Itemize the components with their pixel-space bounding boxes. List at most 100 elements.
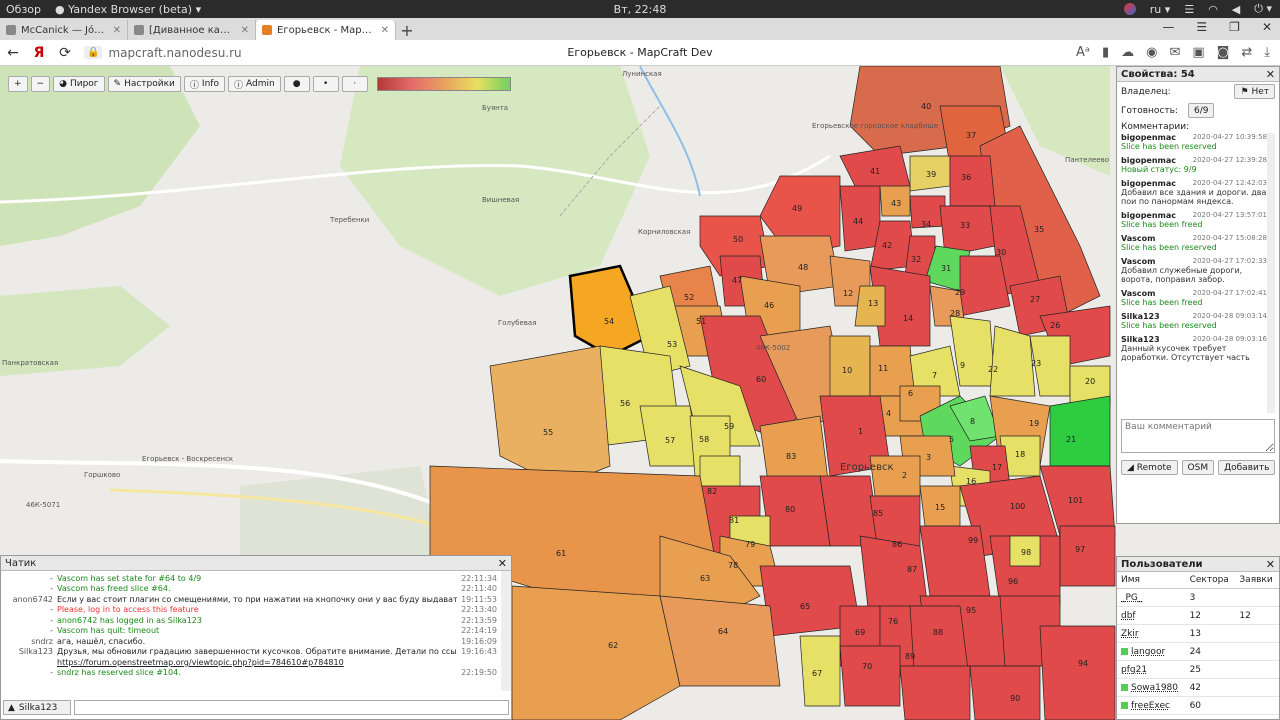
chat-nick[interactable]: - — [5, 668, 57, 677]
chat-nick[interactable]: - — [5, 574, 57, 583]
close-window-icon[interactable]: ✕ — [1262, 20, 1272, 34]
user-name[interactable]: Sowa1980 — [1131, 683, 1178, 693]
brush-small-button[interactable]: · — [341, 76, 368, 92]
extension-icon[interactable]: ☁ — [1121, 45, 1134, 60]
chat-nick[interactable]: Silka123 — [5, 647, 57, 656]
screenshot-icon[interactable]: ▣ — [1192, 45, 1204, 60]
back-icon[interactable]: ← — [0, 45, 26, 61]
settings-button[interactable]: ✎ Настройки — [107, 76, 181, 92]
camera-icon[interactable]: ◙ — [1217, 45, 1230, 60]
osm-button[interactable]: OSM — [1181, 460, 1215, 475]
close-icon[interactable]: ✕ — [241, 25, 249, 36]
user-row[interactable]: langoor 24 — [1117, 642, 1279, 661]
zoom-in-button[interactable]: + — [8, 76, 28, 92]
pie-button[interactable]: ◕ Пирог — [53, 76, 105, 92]
menu-lines-icon[interactable]: ☰ — [1196, 20, 1207, 34]
col-name[interactable]: Имя — [1117, 572, 1186, 589]
user-name[interactable]: langoor — [1131, 647, 1165, 657]
close-icon[interactable]: ✕ — [113, 25, 121, 36]
reload-icon[interactable]: ⟳ — [52, 45, 78, 61]
download-icon[interactable]: ⤓ — [1264, 45, 1270, 60]
slice-90[interactable] — [969, 665, 1041, 720]
user-row[interactable]: freeExec 60 — [1117, 696, 1279, 715]
close-icon[interactable]: ✕ — [1266, 68, 1275, 81]
slice-97[interactable] — [1059, 525, 1116, 587]
chat-nick[interactable]: - — [5, 605, 57, 614]
brush-large-button[interactable]: ● — [283, 76, 310, 92]
user-name[interactable]: freeExec — [1131, 701, 1170, 711]
map-label-gorshkovo: Горшково — [84, 471, 120, 479]
slice-21[interactable] — [1049, 395, 1111, 467]
owner-button[interactable]: ⚑ Нет — [1234, 84, 1275, 99]
browser-icon[interactable] — [1123, 3, 1136, 15]
slice-89[interactable] — [899, 665, 971, 720]
users-table: Имя Сектора Заявки _PG_ 3 dbf 12 12 Zkir 13 lan… — [1117, 572, 1279, 715]
menu-icon[interactable]: ☰ — [1184, 3, 1194, 16]
slice-64[interactable] — [659, 595, 781, 687]
share-icon[interactable]: ⇄ — [1241, 45, 1252, 60]
extension-icon[interactable]: ◉ — [1146, 45, 1157, 60]
chat-nick[interactable]: - — [5, 616, 57, 625]
user-name[interactable]: dbf — [1121, 611, 1136, 621]
slice-55[interactable] — [489, 345, 611, 487]
volume-icon[interactable]: ◀ — [1232, 3, 1240, 16]
close-icon[interactable]: ✕ — [498, 557, 507, 570]
lock-icon[interactable]: 🔒 — [84, 46, 103, 59]
close-icon[interactable]: ✕ — [1266, 558, 1275, 571]
restore-icon[interactable]: ❐ — [1229, 20, 1240, 34]
comment-input[interactable] — [1121, 419, 1275, 453]
add-comment-button[interactable]: Добавить — [1218, 460, 1276, 475]
user-name[interactable]: pfg21 — [1121, 665, 1147, 675]
tab-3[interactable]: Егорьевск - MapCraft D ✕ — [256, 20, 396, 40]
chat-log[interactable]: - Vascom has set state for #64 to 4/9 22:1… — [1, 571, 511, 691]
slice-94[interactable] — [1039, 625, 1116, 720]
chat-nick[interactable]: - — [5, 626, 57, 635]
chat-nick[interactable]: sndrz — [5, 637, 57, 646]
close-icon[interactable]: ✕ — [381, 25, 389, 36]
activities-button[interactable]: Обзор — [6, 3, 41, 16]
user-claims — [1235, 678, 1279, 697]
tab-2[interactable]: [Диванное картопати] Егорьевск ✕ — [128, 20, 256, 40]
user-row[interactable]: pfg21 25 — [1117, 660, 1279, 679]
chat-nick[interactable]: - — [5, 584, 57, 593]
user-name[interactable]: _PG_ — [1121, 593, 1142, 603]
tab-1-label: McCanick — Jóhann — [21, 24, 108, 36]
slice-9[interactable] — [949, 315, 996, 387]
yandex-icon[interactable]: Я — [26, 45, 52, 61]
info-button[interactable]: ⓘ Info — [183, 76, 225, 92]
chat-nick[interactable]: anon6742 — [5, 595, 57, 604]
user-row[interactable]: dbf 12 12 — [1117, 606, 1279, 625]
slice-99[interactable] — [919, 525, 991, 597]
remote-button[interactable]: ◢ Remote — [1121, 460, 1178, 475]
chat-input[interactable] — [74, 700, 509, 715]
slice-62[interactable] — [511, 585, 681, 720]
zoom-out-button[interactable]: − — [30, 76, 51, 92]
brush-medium-button[interactable]: • — [312, 76, 339, 92]
user-row[interactable]: Sowa1980 42 — [1117, 678, 1279, 697]
app-menu[interactable]: ● Yandex Browser (beta) ▾ — [55, 3, 201, 16]
bookmark-icon[interactable]: ▮ — [1102, 45, 1109, 60]
chat-message[interactable]: https://forum.openstreetmap.org/viewtopi… — [57, 658, 457, 667]
network-icon[interactable]: ◠ — [1208, 3, 1218, 16]
power-icon[interactable]: ⏻ ▾ — [1254, 2, 1272, 16]
user-button[interactable]: ▲ Silka123 — [3, 700, 71, 715]
url-field[interactable]: 🔒 mapcraft.nanodesu.ru — [84, 46, 242, 60]
slice-70[interactable] — [839, 645, 901, 707]
user-row[interactable]: Zkir 13 — [1117, 624, 1279, 643]
col-claims[interactable]: Заявки — [1235, 572, 1279, 589]
col-sectors[interactable]: Сектора — [1185, 572, 1236, 589]
comments-list[interactable]: bigopenmac 2020-04-27 10:39:58 Slice has b… — [1121, 133, 1275, 413]
translate-icon[interactable]: Aᵃ — [1076, 45, 1090, 60]
slice-22[interactable] — [989, 325, 1036, 397]
language-indicator[interactable]: ru ▾ — [1150, 3, 1171, 16]
user-row[interactable]: _PG_ 3 — [1117, 588, 1279, 607]
minimize-icon[interactable]: — — [1162, 20, 1174, 34]
user-name[interactable]: Zkir — [1121, 629, 1139, 639]
slice-36[interactable] — [949, 155, 996, 207]
admin-button[interactable]: ⓘ Admin — [227, 76, 281, 92]
new-tab-button[interactable]: + — [396, 21, 418, 40]
slice-85[interactable] — [819, 475, 881, 547]
extension-icon[interactable]: ✉ — [1170, 45, 1181, 60]
tab-1[interactable]: McCanick — Jóhann ✕ — [0, 20, 128, 40]
ready-button[interactable]: 6/9 — [1187, 103, 1215, 118]
